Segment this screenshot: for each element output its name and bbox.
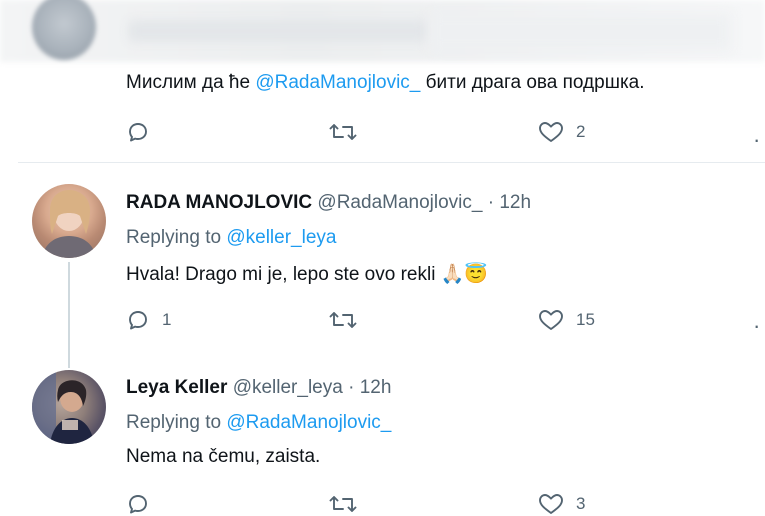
- avatar[interactable]: [32, 370, 106, 444]
- tweet-text-body: Nema na čemu, zaista.: [126, 446, 321, 467]
- retweet-button[interactable]: [328, 121, 358, 143]
- handle[interactable]: @RadaManojlovic_: [317, 192, 482, 213]
- display-name[interactable]: RADA MANOJLOVIC: [126, 192, 312, 213]
- blurred-name: [128, 20, 428, 42]
- avatar-image: [42, 190, 96, 258]
- reply-icon: [129, 311, 147, 330]
- reply-count: 1: [162, 310, 172, 329]
- avatar[interactable]: [32, 184, 106, 258]
- like-button[interactable]: 15: [538, 308, 595, 332]
- like-count: 15: [576, 310, 595, 329]
- tweet-text: Мислим да ће @RadaManojlovic_ бити драга…: [126, 72, 645, 94]
- retweet-icon: [329, 124, 357, 140]
- heart-icon: [539, 310, 563, 330]
- reply-button[interactable]: [126, 121, 150, 143]
- heart-icon: [539, 494, 563, 514]
- dot-separator: ·: [487, 192, 495, 213]
- replying-to-label: Replying to: [126, 227, 222, 248]
- thread-line: [68, 262, 70, 368]
- tweet-header: RADA MANOJLOVIC @RadaManojlovic_ · 12h: [126, 192, 531, 214]
- replying-to-label: Replying to: [126, 412, 222, 433]
- heart-icon: [539, 122, 563, 142]
- tweet-text-suffix: бити драга ова подршка.: [420, 72, 645, 93]
- timestamp[interactable]: 12h: [499, 192, 531, 213]
- tweet-text-prefix: Мислим да ће: [126, 72, 256, 93]
- like-button[interactable]: 3: [538, 492, 585, 516]
- like-count: 3: [576, 494, 586, 513]
- avatar-image: [32, 370, 94, 444]
- more-icon[interactable]: ·: [753, 315, 761, 337]
- blurred-bar: [430, 14, 730, 50]
- tweet-text: Nema na čemu, zaista.: [126, 446, 320, 468]
- like-count: 2: [576, 122, 586, 141]
- mention-link[interactable]: @RadaManojlovic_: [255, 72, 420, 93]
- display-name[interactable]: Leya Keller: [126, 377, 227, 398]
- reply-icon: [129, 495, 147, 514]
- replying-to: Replying to @keller_leya: [126, 227, 336, 249]
- reply-button[interactable]: 1: [126, 309, 171, 331]
- handle[interactable]: @keller_leya: [233, 377, 343, 398]
- tweet-header: Leya Keller @keller_leya · 12h: [126, 377, 391, 399]
- replying-to-link[interactable]: @keller_leya: [226, 227, 336, 248]
- timestamp[interactable]: 12h: [360, 377, 392, 398]
- reply-icon: [129, 123, 147, 142]
- retweet-button[interactable]: [328, 493, 358, 515]
- retweet-button[interactable]: [328, 309, 358, 331]
- replying-to: Replying to @RadaManojlovic_: [126, 412, 391, 434]
- tweet-divider: [18, 162, 765, 163]
- tweet-text-body: Hvala! Drago mi je, lepo ste ovo rekli: [126, 264, 441, 285]
- emoji: 🙏🏻😇: [440, 264, 489, 285]
- more-icon[interactable]: ·: [753, 129, 761, 151]
- dot-separator: ·: [348, 377, 355, 398]
- tweet-text: Hvala! Drago mi je, lepo ste ovo rekli 🙏…: [126, 262, 488, 286]
- retweet-icon: [329, 312, 357, 328]
- replying-to-link[interactable]: @RadaManojlovic_: [226, 412, 391, 433]
- like-button[interactable]: 2: [538, 120, 585, 144]
- reply-button[interactable]: [126, 493, 150, 515]
- retweet-icon: [329, 496, 357, 512]
